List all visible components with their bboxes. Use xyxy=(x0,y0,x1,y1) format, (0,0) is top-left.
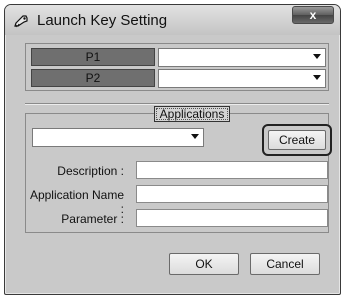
description-field[interactable] xyxy=(136,161,328,179)
applications-group-label: Applications xyxy=(154,106,230,122)
create-button[interactable]: Create xyxy=(268,130,326,150)
cancel-button[interactable]: Cancel xyxy=(250,253,320,275)
parameter-field[interactable] xyxy=(136,209,328,227)
ok-button[interactable]: OK xyxy=(169,253,239,275)
focus-outline xyxy=(156,108,228,120)
application-select[interactable] xyxy=(32,128,204,147)
launch-key-setting-dialog: Launch Key Setting x P1 P2 Applications xyxy=(4,4,341,295)
title-bar[interactable]: Launch Key Setting x xyxy=(5,5,340,35)
create-button-highlight: Create xyxy=(262,124,332,156)
chevron-down-icon xyxy=(191,134,199,139)
description-label: Description : xyxy=(57,164,124,178)
chevron-down-icon xyxy=(313,54,321,59)
p1-label: P1 xyxy=(31,48,155,66)
p1-application-select[interactable] xyxy=(158,48,326,67)
parameter-label: Parameter : xyxy=(61,212,124,226)
dialog-body: P1 P2 Applications Create Description: … xyxy=(13,35,335,293)
chevron-down-icon xyxy=(313,75,321,80)
p2-label: P2 xyxy=(31,69,155,87)
applications-group: Applications Create Description : Applic… xyxy=(25,106,332,233)
application-name-field[interactable] xyxy=(136,185,328,203)
p2-application-select[interactable] xyxy=(158,69,326,88)
separator xyxy=(25,103,329,105)
key-assignment-group: P1 P2 xyxy=(25,43,329,91)
window-title: Launch Key Setting xyxy=(37,12,168,29)
key-icon xyxy=(14,15,28,28)
close-icon: x xyxy=(309,8,317,22)
close-button[interactable]: x xyxy=(292,6,334,24)
